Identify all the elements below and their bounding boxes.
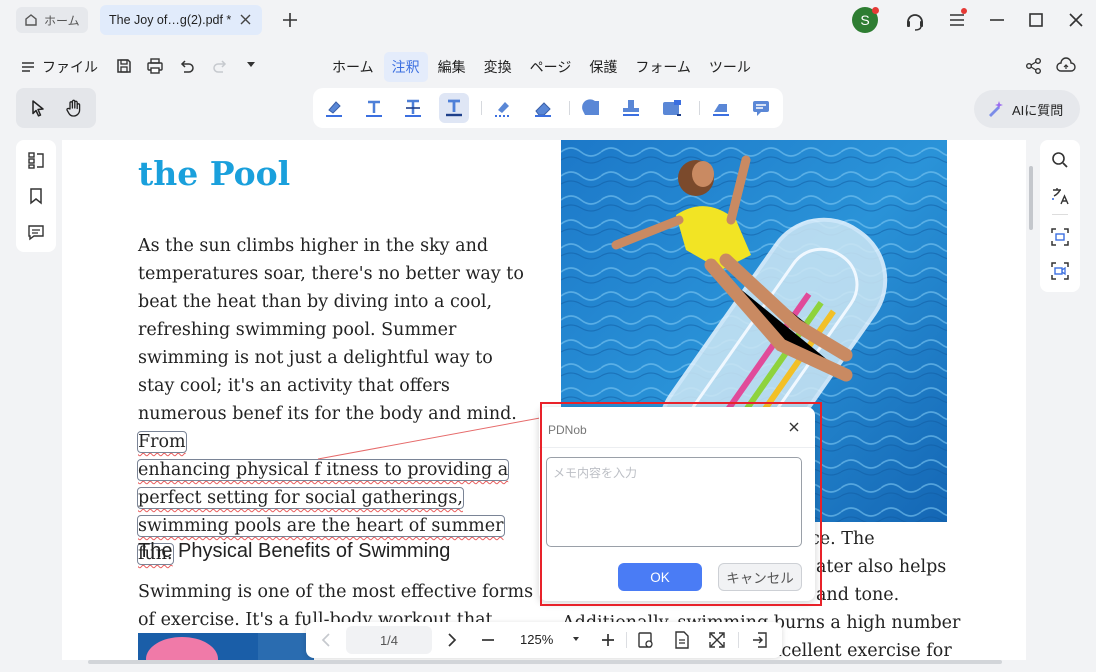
page-navigation-bar: 1/4 125% bbox=[306, 622, 782, 658]
page-indicator: 1/4 bbox=[379, 632, 399, 648]
previous-page-icon[interactable] bbox=[316, 630, 336, 650]
document-title: the Pool bbox=[138, 154, 291, 193]
menu-bar: ファイル ホーム 注釈 編集 変換 ページ 保護 フォーム ツール bbox=[0, 48, 1096, 84]
menu-notification-dot bbox=[961, 8, 967, 14]
cloud-icon[interactable] bbox=[1056, 57, 1076, 75]
file-menu-label: ファイル bbox=[42, 59, 98, 75]
tab-tools[interactable]: ツール bbox=[701, 52, 759, 82]
support-headset-icon[interactable] bbox=[904, 10, 926, 32]
screen-record-icon[interactable] bbox=[1050, 261, 1070, 281]
nav-separator bbox=[738, 632, 739, 648]
bookmark-icon[interactable] bbox=[26, 186, 46, 206]
ocr-icon[interactable] bbox=[1050, 227, 1070, 247]
translate-icon[interactable] bbox=[1050, 186, 1070, 206]
area-highlight-icon[interactable] bbox=[491, 97, 515, 119]
tab-home-ribbon[interactable]: ホーム bbox=[324, 52, 382, 82]
eraser-icon[interactable] bbox=[531, 97, 555, 119]
close-tab-icon[interactable] bbox=[239, 13, 252, 26]
tab-home[interactable]: ホーム bbox=[16, 7, 88, 33]
fit-width-icon[interactable] bbox=[672, 630, 692, 650]
tab-annotate[interactable]: 注釈 bbox=[383, 52, 428, 82]
highlight-icon[interactable] bbox=[322, 97, 346, 119]
section-heading: The Physical Benefits of Swimming bbox=[138, 540, 451, 562]
fit-page-icon[interactable] bbox=[636, 630, 656, 650]
text-box-icon[interactable] bbox=[362, 97, 386, 119]
attachment-icon[interactable] bbox=[660, 97, 684, 119]
save-icon[interactable] bbox=[115, 57, 133, 75]
tab-edit[interactable]: 編集 bbox=[430, 52, 474, 82]
flamingo-photo bbox=[138, 633, 314, 660]
close-window-icon[interactable] bbox=[1067, 10, 1085, 30]
share-icon[interactable] bbox=[1025, 57, 1043, 75]
search-icon[interactable] bbox=[1050, 150, 1070, 170]
strikethrough-icon[interactable] bbox=[401, 97, 425, 119]
nav-separator bbox=[626, 632, 627, 648]
zoom-dropdown-icon[interactable] bbox=[572, 635, 580, 643]
quick-access-dropdown-icon[interactable] bbox=[246, 61, 256, 69]
zoom-out-icon[interactable] bbox=[478, 630, 498, 650]
hamburger-icon bbox=[22, 62, 34, 72]
home-icon bbox=[25, 14, 37, 26]
note-icon[interactable] bbox=[709, 97, 733, 119]
paragraph-1: As the sun climbs higher in the sky and … bbox=[136, 232, 528, 568]
highlighted-text[interactable]: perfect setting for social gatherings, bbox=[137, 487, 464, 509]
underline-icon[interactable] bbox=[442, 97, 466, 119]
hand-tool-icon[interactable] bbox=[64, 98, 84, 118]
tab-page[interactable]: ページ bbox=[522, 52, 580, 82]
select-tools bbox=[16, 88, 96, 128]
toolbar-separator bbox=[699, 101, 700, 115]
stamp-icon[interactable] bbox=[619, 97, 643, 119]
paragraph-1-text: As the sun climbs higher in the sky and … bbox=[138, 236, 524, 424]
zoom-level[interactable]: 125% bbox=[520, 632, 553, 647]
ask-ai-label: AIに質問 bbox=[1012, 102, 1064, 118]
minimize-icon[interactable] bbox=[988, 10, 1006, 30]
page-number-field[interactable]: 1/4 bbox=[346, 626, 432, 654]
file-menu[interactable]: ファイル bbox=[20, 57, 98, 77]
annotation-toolbar bbox=[313, 88, 783, 128]
tab-home-label: ホーム bbox=[44, 13, 80, 28]
note-focus-outline bbox=[540, 402, 822, 606]
next-page-icon[interactable] bbox=[442, 630, 462, 650]
left-sidebar bbox=[16, 140, 56, 252]
exit-icon[interactable] bbox=[750, 630, 770, 650]
print-icon[interactable] bbox=[146, 57, 164, 75]
toolbar-separator bbox=[569, 101, 570, 115]
tab-document[interactable]: The Joy of…g(2).pdf * bbox=[100, 5, 262, 35]
right-sidebar bbox=[1040, 140, 1080, 292]
toolbar-separator bbox=[481, 101, 482, 115]
ai-sparkle-icon bbox=[989, 101, 1003, 117]
comment-icon[interactable] bbox=[749, 97, 773, 119]
tab-document-label: The Joy of…g(2).pdf * bbox=[109, 13, 232, 27]
comments-panel-icon[interactable] bbox=[26, 222, 46, 242]
zoom-in-icon[interactable] bbox=[598, 630, 618, 650]
horizontal-scrollbar[interactable] bbox=[88, 660, 1002, 664]
highlighted-text[interactable]: From bbox=[137, 431, 187, 453]
shape-icon[interactable] bbox=[579, 97, 603, 119]
fullscreen-icon[interactable] bbox=[707, 630, 727, 650]
ask-ai-button[interactable]: AIに質問 bbox=[974, 90, 1080, 128]
redo-icon[interactable] bbox=[211, 57, 229, 75]
select-cursor-icon[interactable] bbox=[28, 98, 48, 118]
tab-convert[interactable]: 変換 bbox=[476, 52, 520, 82]
vertical-scrollbar[interactable] bbox=[1029, 166, 1033, 230]
tab-protect[interactable]: 保護 bbox=[581, 52, 625, 82]
new-tab-icon[interactable] bbox=[280, 10, 300, 30]
right-sidebar-separator bbox=[1052, 214, 1068, 215]
thumbnails-icon[interactable] bbox=[26, 150, 46, 170]
maximize-icon[interactable] bbox=[1027, 10, 1045, 30]
title-bar: ホーム The Joy of…g(2).pdf * S bbox=[0, 0, 1096, 40]
ribbon-tabs: ホーム 注釈 編集 変換 ページ 保護 フォーム ツール bbox=[324, 52, 761, 82]
highlighted-text[interactable]: enhancing physical f itness to providing… bbox=[136, 459, 510, 481]
tab-form[interactable]: フォーム bbox=[627, 52, 699, 82]
notification-dot bbox=[872, 7, 879, 14]
undo-icon[interactable] bbox=[178, 57, 196, 75]
avatar-letter: S bbox=[860, 12, 870, 28]
